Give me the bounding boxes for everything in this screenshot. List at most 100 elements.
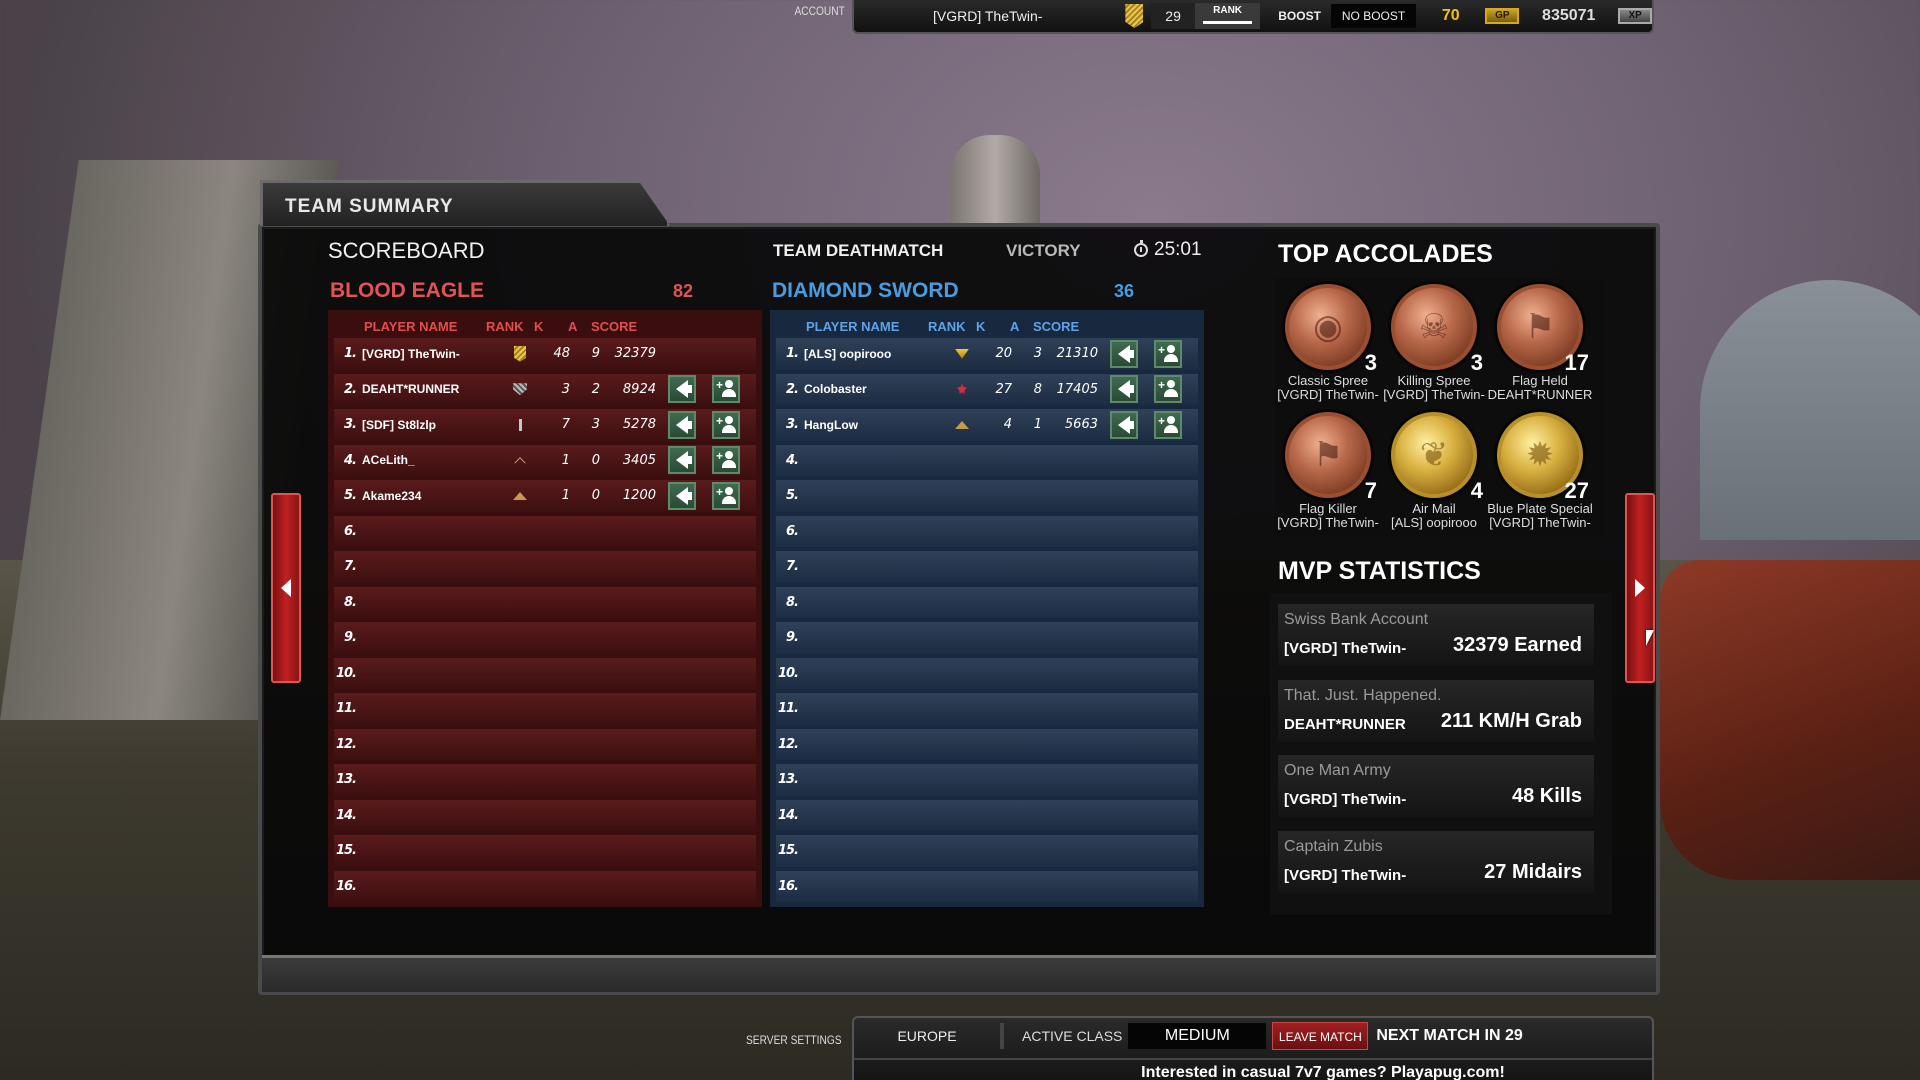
mvp-stat-value: 27 Midairs: [1484, 860, 1582, 883]
player-score: 5278: [622, 417, 656, 433]
player-row[interactable]: 15.: [334, 835, 756, 867]
mute-player-button[interactable]: [668, 375, 696, 404]
accolade-item: ⚑ 17 Flag Held DEAHT*RUNNER: [1487, 284, 1593, 402]
gold-rank-badge-icon: [1123, 3, 1145, 29]
previous-page-button[interactable]: [271, 493, 301, 683]
account-label: ACCOUNT: [794, 4, 845, 18]
player-position: 6.: [344, 523, 357, 539]
accolade-count: 4: [1470, 478, 1483, 503]
player-row[interactable]: 11.: [334, 693, 756, 725]
accolade-count: 27: [1564, 478, 1589, 503]
player-row[interactable]: 16.: [334, 870, 756, 902]
server-settings-label[interactable]: SERVER SETTINGS: [746, 1033, 842, 1047]
player-score: 5663: [1064, 417, 1098, 433]
account-player-name: [VGRD] TheTwin-: [933, 8, 1043, 24]
team-name-diamond-sword: DIAMOND SWORD: [772, 279, 959, 302]
mute-player-button[interactable]: [668, 446, 696, 475]
accolade-name: Blue Plate Special: [1487, 501, 1593, 516]
player-row[interactable]: 9.: [776, 622, 1198, 654]
player-row[interactable]: 1. [ALS] oopirooo 20 3 21310 +: [776, 338, 1198, 370]
player-row[interactable]: 7.: [776, 551, 1198, 583]
add-friend-button[interactable]: +: [1154, 339, 1182, 368]
mvp-stat-value: 32379 Earned: [1453, 634, 1582, 656]
mvp-stat-player: DEAHT*RUNNER: [1284, 715, 1406, 733]
mute-player-button[interactable]: [668, 481, 696, 510]
player-row[interactable]: 5.: [776, 480, 1198, 512]
add-friend-button[interactable]: +: [1154, 410, 1182, 439]
team-score-diamond-sword: 36: [1114, 281, 1135, 301]
scoreboard-table-blood-eagle: PLAYER NAME RANK K A SCORE 1. [VGRD] TheT…: [328, 310, 762, 907]
player-row[interactable]: 9.: [334, 622, 756, 654]
rank-chevron-icon: [502, 456, 538, 469]
player-position: 7.: [344, 559, 357, 575]
mvp-stat-player: [VGRD] TheTwin-: [1284, 640, 1407, 657]
add-friend-button[interactable]: +: [712, 481, 740, 510]
player-row[interactable]: 16.: [776, 870, 1198, 902]
player-row[interactable]: 4.: [776, 444, 1198, 476]
add-friend-button[interactable]: +: [712, 446, 740, 475]
add-friend-button[interactable]: +: [712, 375, 740, 404]
player-row[interactable]: 5. Akame234 1 0 1200 +: [334, 480, 756, 512]
mute-player-button[interactable]: [1110, 375, 1138, 404]
speaker-icon: [1118, 415, 1134, 434]
player-kills: 3: [561, 381, 570, 397]
player-row[interactable]: 7.: [334, 551, 756, 583]
player-position: 5.: [786, 488, 799, 504]
add-user-icon: +: [716, 485, 736, 505]
add-user-icon: +: [1158, 343, 1178, 363]
column-assists: A: [568, 318, 578, 334]
player-row[interactable]: 12.: [334, 728, 756, 760]
player-row[interactable]: 6.: [334, 515, 756, 547]
mute-player-button[interactable]: [668, 410, 696, 439]
player-name: [SDF] St8lzlp: [362, 417, 436, 432]
accolade-item: ❦ 4 Air Mail [ALS] oopirooo: [1381, 412, 1487, 530]
player-position: 9.: [344, 630, 357, 646]
accolade-item: ✹ 27 Blue Plate Special [VGRD] TheTwin-: [1487, 412, 1593, 530]
active-class-value[interactable]: MEDIUM: [1128, 1023, 1267, 1049]
mvp-stat-card: Swiss Bank Account [VGRD] TheTwin- 32379 E…: [1278, 604, 1594, 666]
player-row[interactable]: 2. DEAHT*RUNNER 3 2 8924 +: [334, 373, 756, 405]
player-row[interactable]: 12.: [776, 728, 1198, 760]
rank-triangle-icon: [944, 420, 980, 429]
mvp-stat-value: 48 Kills: [1511, 785, 1582, 807]
column-rank: RANK: [486, 318, 524, 334]
player-row[interactable]: 8.: [776, 586, 1198, 618]
player-row[interactable]: 14.: [776, 799, 1198, 831]
add-friend-button[interactable]: +: [712, 410, 740, 439]
player-position: 3.: [786, 417, 799, 433]
next-match-countdown: NEXT MATCH IN 29: [1376, 1027, 1523, 1044]
leave-match-button[interactable]: LEAVE MATCH: [1272, 1022, 1369, 1050]
player-kills: 1: [561, 488, 570, 504]
add-user-icon: +: [716, 449, 736, 469]
player-position: 13.: [777, 772, 799, 788]
player-row[interactable]: 6.: [776, 515, 1198, 547]
boost-value[interactable]: NO BOOST: [1330, 4, 1417, 28]
top-accolades-title: TOP ACCOLADES: [1278, 240, 1493, 268]
player-name: HangLow: [804, 417, 858, 432]
mvp-stat-label: Swiss Bank Account: [1284, 611, 1429, 628]
player-row[interactable]: 2. Colobaster 27 8 17405 +: [776, 373, 1198, 405]
player-row[interactable]: 4. ACeLith_ 1 0 3405 +: [334, 444, 756, 476]
player-position: 12.: [777, 736, 799, 752]
player-row[interactable]: 15.: [776, 835, 1198, 867]
player-row[interactable]: 1. [VGRD] TheTwin- 48 9 32379: [334, 338, 756, 370]
player-row[interactable]: 14.: [334, 799, 756, 831]
rank-button[interactable]: RANK: [1194, 3, 1261, 29]
accolade-name: Flag Held: [1512, 373, 1568, 388]
gp-value: 70: [1441, 7, 1460, 24]
next-page-button[interactable]: [1625, 493, 1655, 683]
mute-player-button[interactable]: [1110, 339, 1138, 368]
mute-player-button[interactable]: [1110, 410, 1138, 439]
player-row[interactable]: 3. [SDF] St8lzlp 7 3 5278 +: [334, 409, 756, 441]
player-row[interactable]: 10.: [334, 657, 756, 689]
player-row[interactable]: 11.: [776, 693, 1198, 725]
xp-icon: XP: [1618, 8, 1652, 24]
player-row[interactable]: 13.: [334, 764, 756, 796]
player-row[interactable]: 10.: [776, 657, 1198, 689]
player-row[interactable]: 3. HangLow 4 1 5663 +: [776, 409, 1198, 441]
player-assists: 3: [591, 417, 600, 433]
add-friend-button[interactable]: +: [1154, 375, 1182, 404]
player-row[interactable]: 13.: [776, 764, 1198, 796]
player-row[interactable]: 8.: [334, 586, 756, 618]
game-mode: TEAM DEATHMATCH: [773, 241, 944, 260]
